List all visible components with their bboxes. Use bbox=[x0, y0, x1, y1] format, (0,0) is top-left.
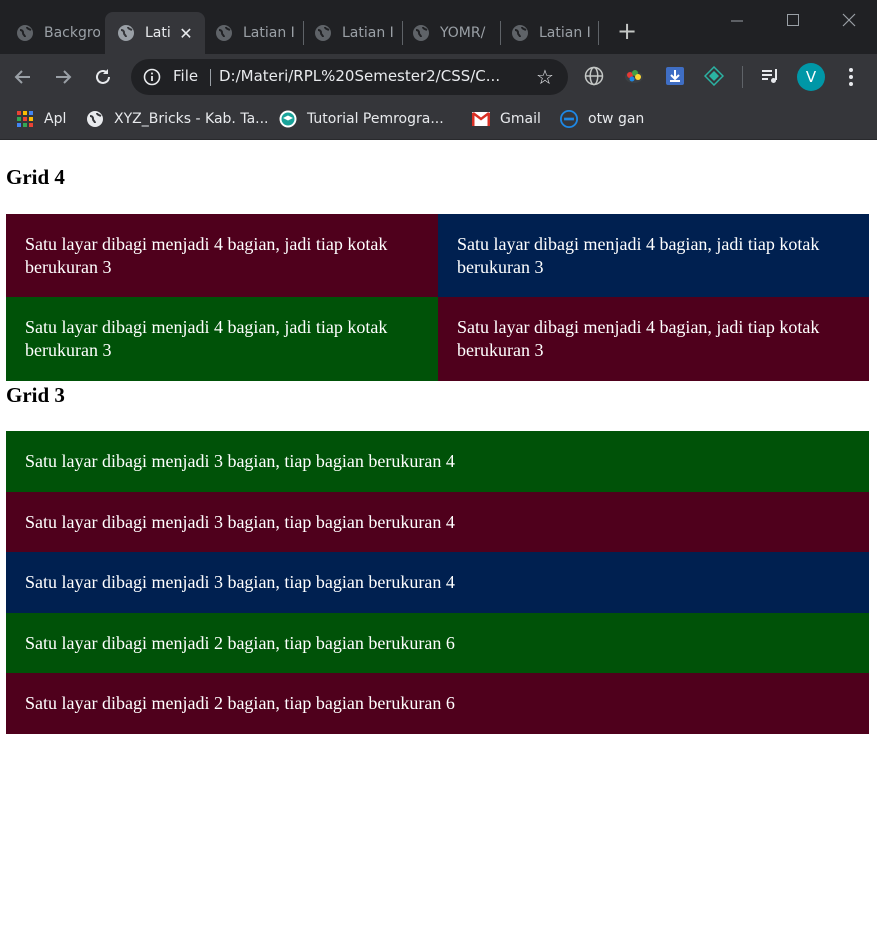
close-icon bbox=[842, 13, 856, 27]
arrow-left-icon bbox=[14, 70, 30, 84]
extension-color-button[interactable] bbox=[622, 64, 646, 88]
tab-separator bbox=[598, 21, 599, 45]
tab-yomr[interactable]: YOMR/ bbox=[400, 12, 496, 54]
extension-download-button[interactable] bbox=[663, 64, 687, 88]
tab-title: YOMR/ bbox=[440, 25, 486, 41]
grid3-heading: Grid 3 bbox=[6, 383, 65, 407]
grid4-container: Satu layar dibagi menjadi 4 bagian, jadi… bbox=[6, 214, 869, 381]
bookmark-label: XYZ_Bricks - Kab. Ta... bbox=[114, 111, 269, 127]
minimize-icon bbox=[731, 20, 743, 22]
apps-grid-icon bbox=[16, 110, 34, 128]
forward-button[interactable] bbox=[50, 64, 76, 90]
grid4-box: Satu layar dibagi menjadi 4 bagian, jadi… bbox=[6, 214, 438, 297]
close-tab-icon[interactable]: ✕ bbox=[175, 22, 197, 44]
playlist-music-icon bbox=[762, 69, 777, 83]
globe-icon bbox=[315, 25, 331, 41]
globe-icon bbox=[17, 25, 33, 41]
info-icon[interactable] bbox=[143, 68, 161, 86]
grid4-box: Satu layar dibagi menjadi 4 bagian, jadi… bbox=[6, 297, 438, 381]
back-button[interactable] bbox=[10, 64, 36, 90]
tab-title: Lati bbox=[145, 25, 171, 41]
gmail-icon bbox=[472, 110, 490, 128]
bookmark-label: Gmail bbox=[500, 111, 541, 127]
tab-latian-active[interactable]: Lati ✕ bbox=[105, 12, 205, 54]
globe-icon bbox=[118, 25, 134, 41]
more-menu-icon[interactable] bbox=[840, 64, 862, 90]
tab-title: Backgro bbox=[44, 25, 100, 41]
diamond-icon bbox=[704, 66, 724, 86]
reload-button[interactable] bbox=[90, 64, 116, 90]
globe-icon bbox=[86, 110, 104, 128]
tab-latian[interactable]: Latian I bbox=[499, 12, 595, 54]
dell-icon bbox=[560, 110, 578, 128]
new-tab-button[interactable]: + bbox=[615, 19, 639, 44]
grid3-row: Satu layar dibagi menjadi 2 bagian, tiap… bbox=[6, 673, 869, 734]
tab-strip: Backgro Lati ✕ Latian I Latian I YOMR/ L… bbox=[0, 0, 877, 54]
tab-latian[interactable]: Latian I bbox=[302, 12, 398, 54]
download-icon bbox=[666, 67, 684, 85]
bookmark-label: Apl bbox=[44, 111, 67, 127]
tab-title: Latian I bbox=[243, 25, 295, 41]
maximize-button[interactable] bbox=[778, 8, 808, 32]
browser-toolbar: File D:/Materi/RPL%20Semester2/CSS/C... … bbox=[0, 54, 877, 100]
grid4-box: Satu layar dibagi menjadi 4 bagian, jadi… bbox=[438, 214, 869, 297]
bookmarks-bar: Apl XYZ_Bricks - Kab. Ta... Tutorial Pem… bbox=[0, 100, 877, 140]
bookmark-star-icon[interactable]: ☆ bbox=[533, 65, 557, 89]
tab-title: Latian I bbox=[342, 25, 394, 41]
bookmark-label: otw gan bbox=[588, 111, 645, 127]
url-text[interactable]: D:/Materi/RPL%20Semester2/CSS/C... bbox=[219, 67, 500, 85]
extension-globe-button[interactable] bbox=[582, 64, 606, 88]
grid3-row: Satu layar dibagi menjadi 3 bagian, tiap… bbox=[6, 491, 869, 553]
tab-title: Latian I bbox=[539, 25, 591, 41]
browser-chrome: Backgro Lati ✕ Latian I Latian I YOMR/ L… bbox=[0, 0, 877, 140]
grid3-row: Satu layar dibagi menjadi 3 bagian, tiap… bbox=[6, 552, 869, 613]
toolbar-separator bbox=[742, 66, 743, 88]
bookmark-otw-gan[interactable]: otw gan bbox=[560, 107, 644, 131]
bookmark-tutorial[interactable]: Tutorial Pemrogra... bbox=[279, 107, 444, 131]
tab-latian[interactable]: Latian I bbox=[203, 12, 299, 54]
scheme-label: File bbox=[173, 67, 199, 85]
grid3-row: Satu layar dibagi menjadi 3 bagian, tiap… bbox=[6, 431, 869, 492]
maximize-icon bbox=[787, 14, 799, 26]
grid3-row: Satu layar dibagi menjadi 2 bagian, tiap… bbox=[6, 612, 869, 674]
media-controls-button[interactable] bbox=[758, 64, 782, 88]
tutorial-site-icon bbox=[279, 110, 297, 128]
grid4-heading: Grid 4 bbox=[6, 165, 65, 189]
profile-avatar[interactable]: V bbox=[797, 63, 825, 91]
extension-diamond-button[interactable] bbox=[702, 64, 726, 88]
globe-icon bbox=[216, 25, 232, 41]
grid3-container: Satu layar dibagi menjadi 3 bagian, tiap… bbox=[6, 431, 869, 734]
arrow-right-icon bbox=[56, 70, 72, 84]
reload-icon bbox=[96, 69, 110, 84]
globe-icon bbox=[413, 25, 429, 41]
color-picker-icon bbox=[625, 70, 643, 83]
address-bar[interactable]: File D:/Materi/RPL%20Semester2/CSS/C... … bbox=[131, 59, 568, 95]
bookmark-xyz-bricks[interactable]: XYZ_Bricks - Kab. Ta... bbox=[86, 107, 269, 131]
page-content: Grid 4 Satu layar dibagi menjadi 4 bagia… bbox=[0, 140, 877, 940]
web-globe-icon bbox=[584, 66, 604, 86]
bookmark-label: Tutorial Pemrogra... bbox=[307, 111, 444, 127]
bookmark-apps[interactable]: Apl bbox=[16, 107, 66, 131]
bookmark-gmail[interactable]: Gmail bbox=[472, 107, 541, 131]
minimize-button[interactable] bbox=[722, 8, 752, 32]
omnibox-divider bbox=[210, 69, 211, 86]
tab-background[interactable]: Backgro bbox=[4, 12, 100, 54]
globe-icon bbox=[512, 25, 528, 41]
close-window-button[interactable] bbox=[834, 8, 864, 32]
grid4-box: Satu layar dibagi menjadi 4 bagian, jadi… bbox=[438, 297, 869, 381]
